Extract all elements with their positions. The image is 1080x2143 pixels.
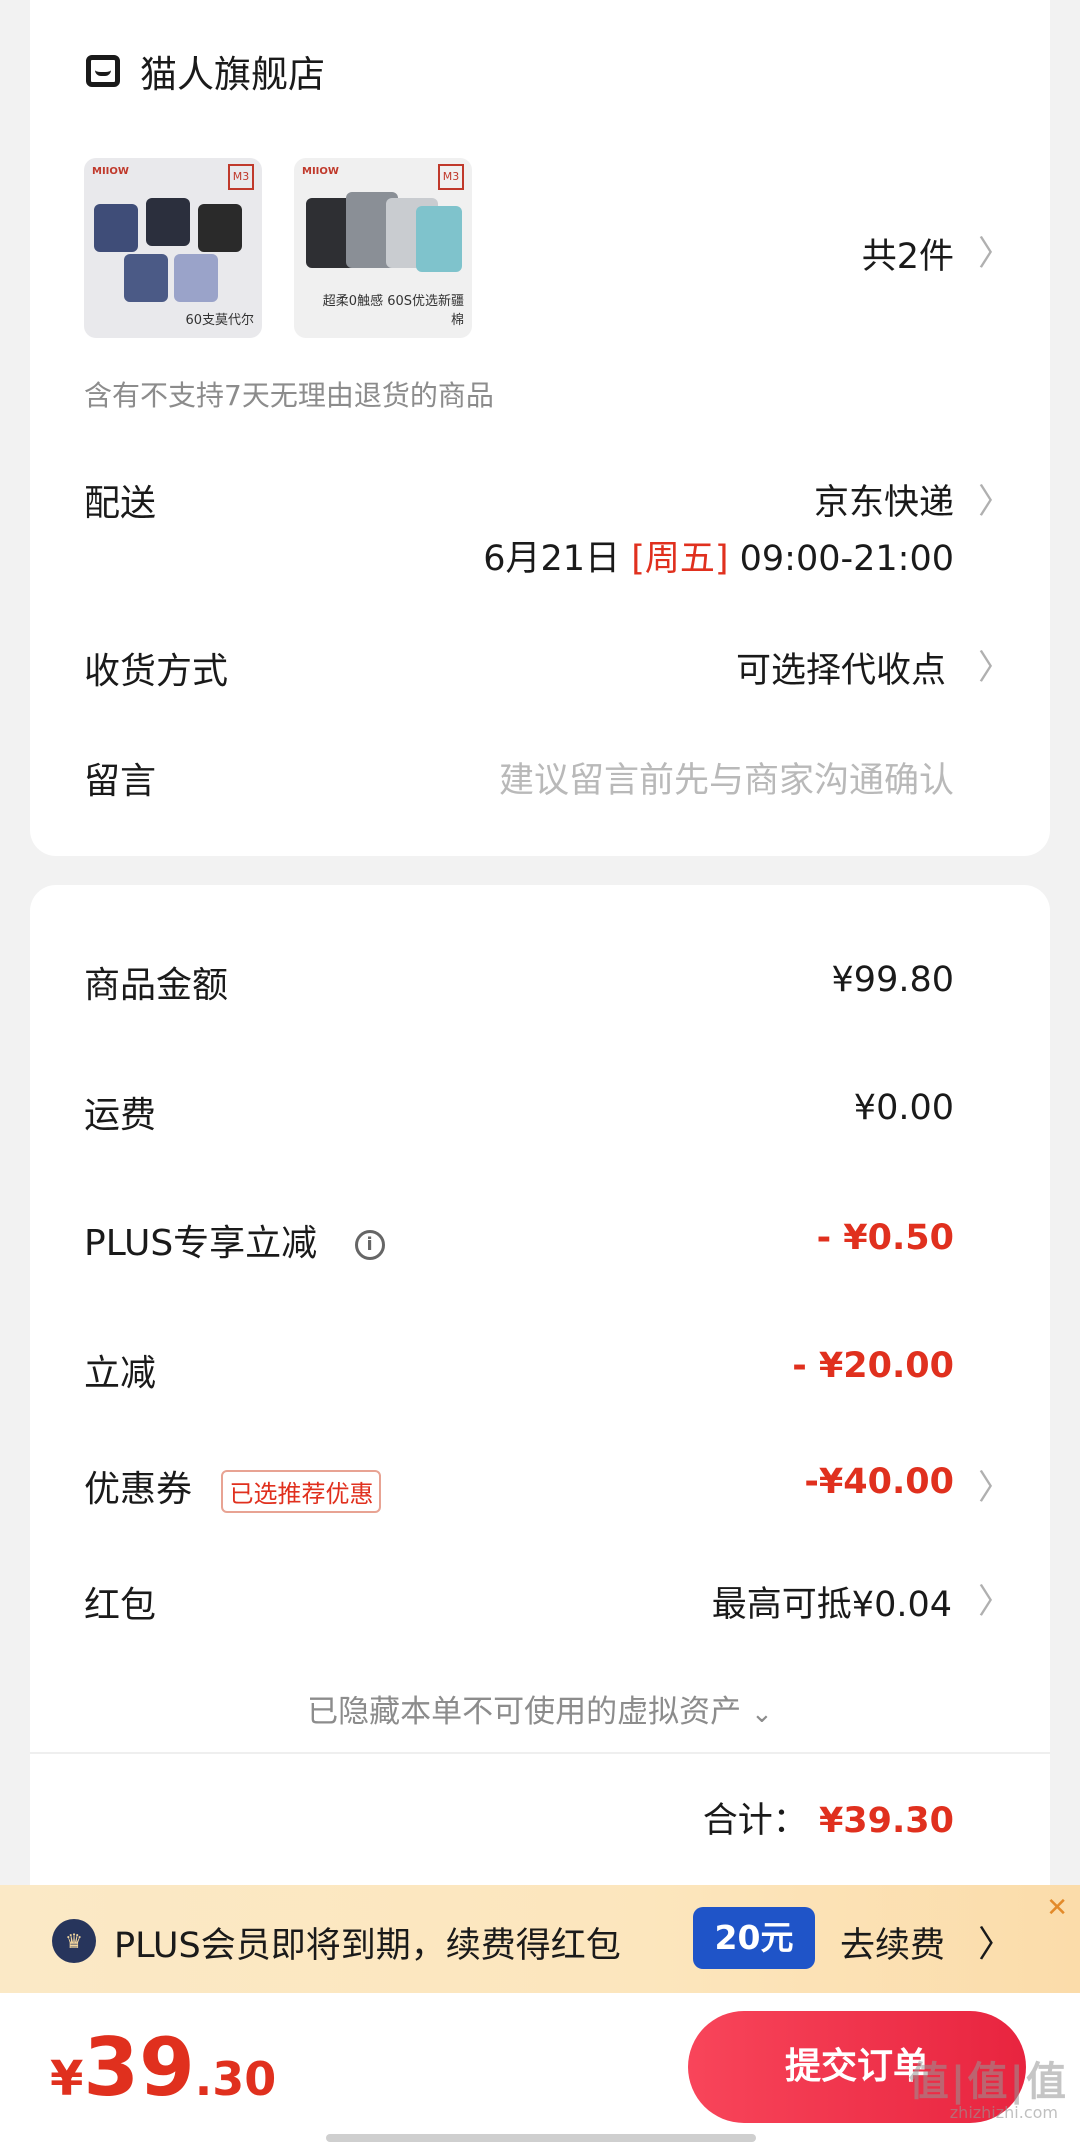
coupon-label: 优惠券 <box>84 1469 193 1510</box>
delivery-window: 09:00-21:00 <box>739 539 954 579</box>
watermark-logo: 值|值|值 <box>908 2059 1068 2105</box>
plus-crown-icon: ♛ <box>52 1919 96 1963</box>
chevron-right-icon[interactable]: 〉 <box>978 1574 1012 1623</box>
chevron-down-icon: ⌄ <box>751 1699 773 1729</box>
store-icon <box>86 55 120 87</box>
product-caption: 60支莫代尔 <box>185 313 254 328</box>
goods-amount-label: 商品金额 <box>84 965 229 1006</box>
chevron-right-icon[interactable]: 〉 <box>978 1460 1012 1509</box>
hidden-assets-toggle[interactable]: 已隐藏本单不可使用的虚拟资产 ⌄ <box>0 1686 1080 1731</box>
chevron-right-icon[interactable]: 〉 <box>978 1915 1014 1967</box>
plus-banner-text: PLUS会员即将到期，续费得红包 <box>114 1926 621 1966</box>
receive-method-label: 收货方式 <box>84 651 229 692</box>
return-policy-notice: 含有不支持7天无理由退货的商品 <box>84 379 494 412</box>
watermark-url: zhizhizhi.com <box>949 2103 1058 2122</box>
plus-renew-link[interactable]: 去续费 <box>840 1917 945 1968</box>
instant-discount-value: - ¥20.00 <box>792 1346 954 1386</box>
coupon-row[interactable]: 优惠券 已选推荐优惠 <box>84 1460 382 1513</box>
product-thumbnail-2[interactable]: MIIOW M3 超柔0触感 60S优选新疆棉 <box>294 158 472 338</box>
brief-image <box>416 206 462 272</box>
item-count[interactable]: 共2件 <box>862 228 954 279</box>
chevron-right-icon[interactable]: 〉 <box>978 640 1012 689</box>
checkout-bar: ¥39.30 提交订单 值|值|值 zhizhizhi.com <box>0 1993 1080 2143</box>
total-label: 合计： <box>702 1801 808 1841</box>
chevron-right-icon[interactable]: 〉 <box>978 226 1012 275</box>
message-input[interactable]: 建议留言前先与商家沟通确认 <box>499 752 954 803</box>
shipping-value: ¥0.00 <box>853 1088 954 1128</box>
delivery-label: 配送 <box>84 483 157 524</box>
product-caption: 超柔0触感 60S优选新疆棉 <box>322 294 464 328</box>
price-card <box>30 885 1050 1945</box>
total-value: ¥39.30 <box>818 1801 954 1841</box>
store-name: 猫人旗舰店 <box>140 53 325 96</box>
receive-method-value[interactable]: 可选择代收点 <box>736 642 946 693</box>
brief-image <box>146 198 190 246</box>
goods-amount-value: ¥99.80 <box>831 960 954 1000</box>
delivery-date: 6月21日 <box>483 539 621 579</box>
coupon-tag: 已选推荐优惠 <box>221 1469 382 1513</box>
divider <box>30 1752 1050 1754</box>
total-integer: 39 <box>83 2021 195 2114</box>
close-icon[interactable]: ✕ <box>1046 1893 1068 1923</box>
redpacket-label: 红包 <box>84 1585 157 1626</box>
plus-discount-value: - ¥0.50 <box>816 1218 954 1258</box>
product-brand: MIIOW <box>302 166 339 177</box>
plus-discount-row: PLUS专享立减 i <box>84 1214 385 1266</box>
product-badge: M3 <box>438 164 464 190</box>
order-card <box>30 0 1050 856</box>
store-header[interactable]: 猫人旗舰店 <box>86 44 325 98</box>
brief-image <box>174 254 218 302</box>
checkout-total: ¥39.30 <box>50 2021 276 2114</box>
home-indicator[interactable] <box>326 2134 756 2142</box>
hidden-assets-text: 已隐藏本单不可使用的虚拟资产 <box>307 1694 742 1730</box>
shipping-label: 运费 <box>84 1095 157 1136</box>
redpacket-value[interactable]: 最高可抵¥0.04 <box>712 1576 952 1627</box>
info-icon[interactable]: i <box>354 1230 385 1260</box>
instant-discount-label: 立减 <box>84 1353 157 1394</box>
plus-renew-banner[interactable]: ♛ PLUS会员即将到期，续费得红包 20元 去续费 〉 ✕ <box>0 1885 1080 1993</box>
delivery-time[interactable]: 6月21日 [周五] 09:00-21:00 <box>483 530 954 581</box>
brief-image <box>124 254 168 302</box>
total-row: 合计： ¥39.30 <box>703 1792 954 1843</box>
message-label: 留言 <box>84 761 157 802</box>
product-brand: MIIOW <box>92 166 129 177</box>
product-thumbnail-1[interactable]: MIIOW M3 60支莫代尔 <box>84 158 262 338</box>
chevron-right-icon[interactable]: 〉 <box>978 474 1012 523</box>
plus-discount-label: PLUS专享立减 <box>84 1223 318 1264</box>
total-decimal: .30 <box>194 2052 277 2106</box>
brief-image <box>198 204 242 252</box>
product-badge: M3 <box>228 164 254 190</box>
delivery-carrier[interactable]: 京东快递 <box>814 474 954 525</box>
currency-symbol: ¥ <box>50 2051 84 2107</box>
brief-image <box>94 204 138 252</box>
delivery-weekday: [周五] <box>631 539 729 579</box>
coupon-value[interactable]: -¥40.00 <box>804 1462 954 1502</box>
plus-redpacket-badge: 20元 <box>693 1907 815 1969</box>
